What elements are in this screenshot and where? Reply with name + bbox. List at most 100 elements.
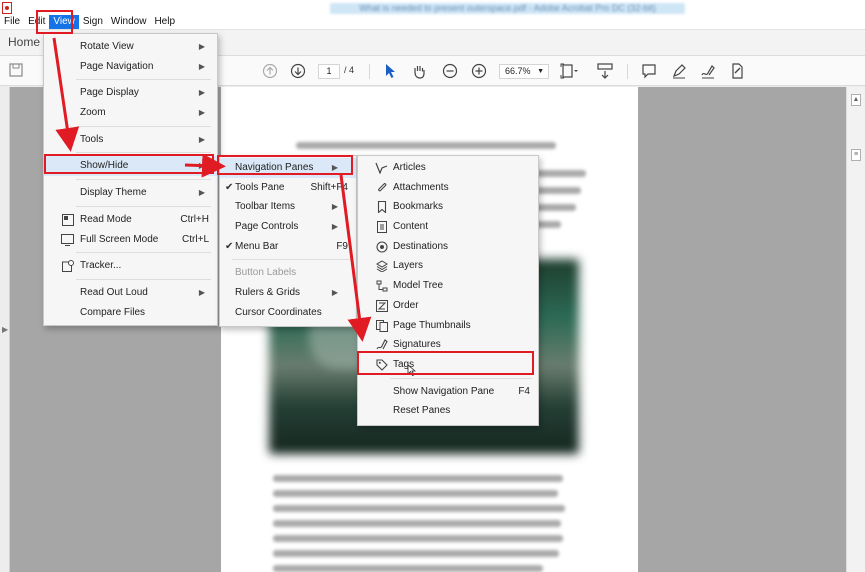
- menu-item-full-screen-mode[interactable]: Full Screen Mode Ctrl+L: [44, 230, 217, 250]
- submenu-arrow-icon: ▶: [198, 287, 205, 297]
- menu-item-content[interactable]: Content: [358, 217, 538, 237]
- scroll-thumb[interactable]: ≡: [851, 149, 861, 161]
- menu-item-zoom[interactable]: Zoom ▶: [44, 103, 217, 123]
- page-text-line: [273, 505, 565, 512]
- menu-item-show-hide[interactable]: Show/Hide ▶: [44, 156, 217, 177]
- menu-separator: [76, 252, 211, 254]
- menu-item-toolbar-items[interactable]: Toolbar Items ▶: [220, 197, 356, 217]
- menu-item-page-controls[interactable]: Page Controls ▶: [220, 217, 356, 237]
- menu-item-read-out-loud[interactable]: Read Out Loud ▶: [44, 283, 217, 303]
- bookmark-icon: [375, 201, 388, 215]
- menu-item-rotate-view[interactable]: Rotate View ▶: [44, 37, 217, 57]
- page-heading: [296, 142, 556, 149]
- select-cursor-icon[interactable]: [382, 63, 398, 79]
- submenu-arrow-icon: ▶: [198, 188, 205, 198]
- menu-window[interactable]: Window: [107, 15, 151, 29]
- menu-help[interactable]: Help: [150, 15, 179, 29]
- menu-item-order[interactable]: Order: [358, 296, 538, 316]
- window-title: What is needed to present outerspace.pdf…: [330, 3, 685, 14]
- read-mode-icon: [61, 213, 74, 226]
- zoom-in-icon[interactable]: [471, 63, 487, 79]
- menu-item-tools-pane[interactable]: ✔ Tools Pane Shift+F4: [220, 178, 356, 198]
- expand-panel-icon[interactable]: ▶: [2, 325, 8, 334]
- zoom-value: 66.7%: [505, 66, 531, 76]
- menu-item-layers[interactable]: Layers: [358, 256, 538, 276]
- paperclip-icon: [375, 182, 388, 194]
- tab-home[interactable]: Home: [8, 35, 40, 49]
- menu-item-destinations[interactable]: Destinations: [358, 237, 538, 257]
- tracker-icon: [61, 260, 74, 273]
- submenu-arrow-icon: ▶: [198, 108, 205, 118]
- page-total: / 4: [344, 65, 355, 75]
- menu-file[interactable]: File: [0, 15, 24, 29]
- navigation-panes-submenu: Articles Attachments Bookmarks Content D…: [357, 155, 539, 426]
- menu-item-attachments[interactable]: Attachments: [358, 178, 538, 198]
- menu-item-show-navigation-pane[interactable]: Show Navigation Pane F4: [358, 382, 538, 402]
- menu-item-tracker[interactable]: Tracker...: [44, 256, 217, 276]
- menu-item-compare-files[interactable]: Compare Files: [44, 303, 217, 323]
- scroll-up-icon[interactable]: ▲: [851, 94, 861, 106]
- destinations-icon: [375, 241, 388, 253]
- page-text-line: [273, 520, 561, 527]
- submenu-arrow-icon: ▶: [331, 202, 338, 212]
- menu-item-cursor-coordinates[interactable]: Cursor Coordinates: [220, 303, 356, 323]
- menu-item-bookmarks[interactable]: Bookmarks: [358, 197, 538, 217]
- submenu-arrow-icon: ▶: [331, 288, 338, 298]
- chevron-down-icon: ▼: [537, 68, 544, 75]
- zoom-out-icon[interactable]: [442, 63, 458, 79]
- menu-item-signatures[interactable]: Signatures: [358, 335, 538, 355]
- toolbar-divider: [627, 64, 628, 79]
- submenu-arrow-icon: ▶: [198, 61, 205, 71]
- page-text-line: [273, 475, 563, 482]
- model-tree-icon: [375, 280, 388, 292]
- checkmark-icon: ✔: [225, 181, 234, 193]
- page-fit-icon[interactable]: [560, 63, 578, 79]
- menu-item-tools[interactable]: Tools ▶: [44, 130, 217, 150]
- highlight-pen-icon[interactable]: [671, 63, 687, 79]
- menu-item-rulers-grids[interactable]: Rulers & Grids ▶: [220, 283, 356, 303]
- fill-sign-icon[interactable]: [729, 63, 745, 79]
- next-page-icon[interactable]: [290, 63, 306, 79]
- zoom-select[interactable]: 66.7% ▼: [499, 64, 549, 79]
- menu-view[interactable]: View: [49, 15, 79, 29]
- menu-item-page-thumbnails[interactable]: Page Thumbnails: [358, 316, 538, 336]
- submenu-arrow-icon: ▶: [198, 88, 205, 98]
- menu-item-model-tree[interactable]: Model Tree: [358, 276, 538, 296]
- submenu-arrow-icon: ▶: [198, 161, 205, 171]
- vertical-scrollbar[interactable]: ▲ ≡: [846, 87, 865, 572]
- order-icon: [375, 299, 388, 312]
- menu-separator: [76, 125, 211, 127]
- tag-icon: [375, 359, 388, 371]
- toolbar-divider: [369, 64, 370, 79]
- acrobat-app-icon: [2, 2, 12, 14]
- comment-icon[interactable]: [641, 63, 657, 79]
- menu-item-display-theme[interactable]: Display Theme ▶: [44, 183, 217, 203]
- menu-item-reset-panes[interactable]: Reset Panes: [358, 401, 538, 421]
- menu-item-navigation-panes[interactable]: Navigation Panes ▶: [220, 158, 356, 178]
- hand-tool-icon[interactable]: [411, 63, 427, 79]
- menu-item-page-navigation[interactable]: Page Navigation ▶: [44, 57, 217, 77]
- menu-item-articles[interactable]: Articles: [358, 158, 538, 178]
- save-icon[interactable]: [8, 63, 24, 79]
- menu-item-page-display[interactable]: Page Display ▶: [44, 83, 217, 103]
- sign-icon[interactable]: [700, 63, 716, 79]
- menu-separator: [76, 79, 211, 81]
- menu-item-tags[interactable]: Tags: [358, 355, 538, 376]
- page-thumbnails-icon: [375, 319, 388, 332]
- page-text-line: [273, 490, 558, 497]
- menu-separator: [76, 152, 211, 154]
- menu-item-menu-bar[interactable]: ✔ Menu Bar F9: [220, 237, 356, 257]
- previous-page-icon[interactable]: [262, 63, 278, 79]
- menu-item-read-mode[interactable]: Read Mode Ctrl+H: [44, 210, 217, 230]
- signatures-icon: [375, 339, 388, 351]
- menu-sign[interactable]: Sign: [79, 15, 107, 29]
- page-text-line: [273, 535, 563, 542]
- menu-edit[interactable]: Edit: [24, 15, 49, 29]
- view-menu: Rotate View ▶ Page Navigation ▶ Page Displ…: [43, 33, 218, 327]
- submenu-arrow-icon: ▶: [198, 42, 205, 51]
- menu-separator: [76, 278, 211, 280]
- menu-separator: [232, 259, 350, 261]
- checkmark-icon: ✔: [225, 240, 234, 252]
- scroll-mode-icon[interactable]: [596, 63, 613, 79]
- page-number-input[interactable]: 1: [318, 64, 340, 79]
